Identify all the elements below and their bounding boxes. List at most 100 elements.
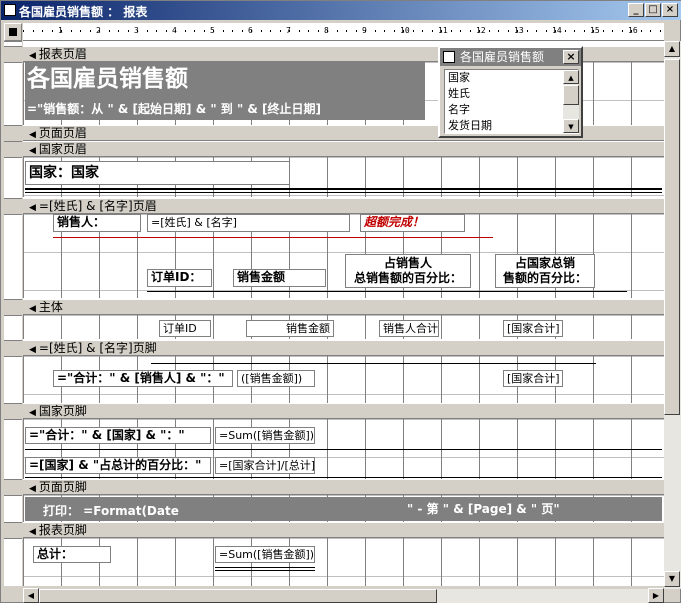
section-label: 国家页脚 [38, 404, 87, 418]
order-id-field[interactable]: 订单ID [159, 320, 211, 337]
horizontal-scroll-thumb[interactable] [39, 589, 437, 603]
arrow-icon: ◀ [29, 408, 36, 418]
section-bar-page-footer[interactable]: ◀ 页面页脚 [23, 479, 664, 495]
grand-total-label[interactable]: 总计： [33, 546, 111, 563]
exceeded-goal-label[interactable]: 超额完成！ [360, 214, 465, 232]
country-pct-field[interactable]: =[国家合计]/[总计] [215, 457, 315, 474]
grand-total-sum-field[interactable]: =Sum([销售金额]) [215, 546, 315, 563]
ruler-tick [393, 30, 395, 32]
ruler-tick [526, 30, 528, 32]
scroll-down-button[interactable]: ▼ [664, 571, 680, 587]
ruler-tick [146, 30, 148, 32]
vertical-scrollbar[interactable]: ▲ ▼ [664, 41, 681, 589]
field-item-first-name[interactable]: 名字 [445, 102, 578, 118]
sales-amount-field[interactable]: 销售金额 [246, 320, 334, 337]
close-button[interactable]: × [662, 3, 678, 17]
pct-salesperson-label[interactable]: 占销售人 总销售额的百分比： [345, 254, 471, 288]
salesperson-label[interactable]: 销售人： [53, 214, 141, 232]
pct-country-label[interactable]: 占国家总销 售额的百分比： [495, 254, 595, 288]
section-label: =[姓氏] & [名字]页脚 [38, 341, 157, 355]
section-bar-report-footer[interactable]: ◀ 报表页脚 [23, 522, 664, 538]
field-item-last-name[interactable]: 姓氏 [445, 86, 578, 102]
table-icon [443, 51, 455, 63]
detail-section[interactable] [23, 315, 664, 339]
report-footer-section[interactable] [23, 538, 664, 586]
ruler-tick [583, 30, 585, 32]
country-field[interactable]: 国家：国家 [25, 161, 290, 185]
section-bar-detail[interactable]: ◀ 主体 [23, 299, 664, 315]
order-id-label[interactable]: 订单ID： [147, 269, 212, 287]
field-list-scroll-up[interactable]: ▲ [563, 70, 579, 84]
field-item-country[interactable]: 国家 [445, 70, 578, 86]
country-total-expression[interactable]: ="合计：" & [国家] & "：" [25, 427, 211, 444]
field-list-scrollbar[interactable]: ▲ ▼ [563, 70, 579, 133]
report-title[interactable]: 各国雇员销售额 [27, 64, 188, 94]
section-bar-country-footer[interactable]: ◀ 国家页脚 [23, 403, 664, 419]
ruler-section-area [4, 356, 22, 403]
horizontal-ruler[interactable]: 12345678910111213141516 [23, 23, 664, 41]
section-label: =[姓氏] & [名字]页眉 [38, 199, 157, 213]
country-total-field[interactable]: [国家合计] [503, 320, 563, 337]
ruler-tick [279, 30, 281, 32]
footer-country-total-field[interactable]: [国家合计] [503, 370, 563, 387]
ruler-tick [564, 30, 566, 32]
field-list[interactable]: 国家 姓氏 名字 发货日期 ▲ ▼ [444, 69, 579, 134]
salesperson-sum-field[interactable]: ([销售金额]) [237, 370, 315, 387]
ruler-tick [479, 30, 480, 32]
date-range-expression[interactable]: ="销售额：从 " & [起始日期] & " 到 " & [终止日期] [25, 100, 425, 120]
print-date-expression[interactable]: 打印： =Format(Date [43, 502, 179, 519]
arrow-icon: ◀ [29, 130, 36, 140]
ruler-tick [517, 30, 518, 32]
salesperson-total-field[interactable]: 销售人合计] [379, 320, 439, 337]
ruler-tick [289, 30, 290, 32]
ruler-tick [612, 30, 613, 32]
field-list-close-button[interactable]: × [563, 50, 579, 64]
ruler-section-bar [4, 340, 22, 356]
select-report-button[interactable] [4, 23, 22, 41]
country-footer-line [25, 449, 662, 450]
ruler-number: 12 [476, 26, 486, 35]
section-bar-name-header[interactable]: ◀ =[姓氏] & [名字]页眉 [23, 198, 664, 214]
sales-amount-label[interactable]: 销售金额 [233, 269, 326, 287]
ruler-section-bar [4, 198, 22, 214]
country-sum-field[interactable]: =Sum([销售金额]) [215, 427, 315, 444]
arrow-icon: ◀ [29, 51, 36, 61]
ruler-tick [498, 30, 499, 32]
name-expression-field[interactable]: =[姓氏] & [名字] [147, 214, 350, 232]
page-number-expression[interactable]: " - 第 " & [Page] & " 页" [407, 500, 560, 517]
country-underline [25, 188, 662, 190]
field-list-title[interactable]: 各国雇员销售额 × [440, 48, 581, 66]
ruler-tick [222, 30, 224, 32]
ruler-tick [118, 30, 119, 32]
field-list-scroll-thumb[interactable] [563, 85, 579, 105]
minimize-button[interactable]: _ [628, 3, 644, 17]
field-list-scroll-down[interactable]: ▼ [563, 119, 579, 133]
ruler-section-bar [4, 299, 22, 315]
ruler-tick [403, 30, 404, 32]
ruler-tick [659, 30, 661, 32]
field-list-window[interactable]: 各国雇员销售额 × 国家 姓氏 名字 发货日期 ▲ ▼ [438, 46, 583, 138]
ruler-number: 13 [514, 26, 524, 35]
country-pct-expression[interactable]: =[国家] & "占总计的百分比：" [25, 457, 211, 474]
maximize-button[interactable]: □ [645, 3, 661, 17]
ruler-tick [127, 30, 129, 32]
field-item-ship-date[interactable]: 发货日期 [445, 118, 578, 134]
section-bar-name-footer[interactable]: ◀ =[姓氏] & [名字]页脚 [23, 340, 664, 356]
pct-salesperson-label-1: 占销售人 [383, 256, 432, 270]
ruler-tick [336, 30, 338, 32]
name-underline [53, 237, 493, 238]
salesperson-total-expression[interactable]: ="合计：" & [销售人] & "：" [53, 370, 233, 387]
ruler-tick [640, 30, 642, 32]
horizontal-scrollbar[interactable]: ◀ ▶ [23, 588, 664, 603]
scroll-left-button[interactable]: ◀ [23, 588, 39, 603]
section-label: 报表页眉 [38, 47, 87, 61]
ruler-tick [574, 30, 575, 32]
ruler-tick [469, 30, 471, 32]
arrow-icon: ◀ [29, 146, 36, 156]
vertical-scroll-thumb[interactable] [664, 59, 680, 415]
section-bar-country-header[interactable]: ◀ 国家页眉 [23, 141, 664, 157]
ruler-section-bar [4, 522, 22, 538]
scroll-up-button[interactable]: ▲ [664, 41, 680, 57]
scroll-right-button[interactable]: ▶ [648, 588, 664, 603]
vertical-ruler[interactable] [4, 41, 22, 586]
